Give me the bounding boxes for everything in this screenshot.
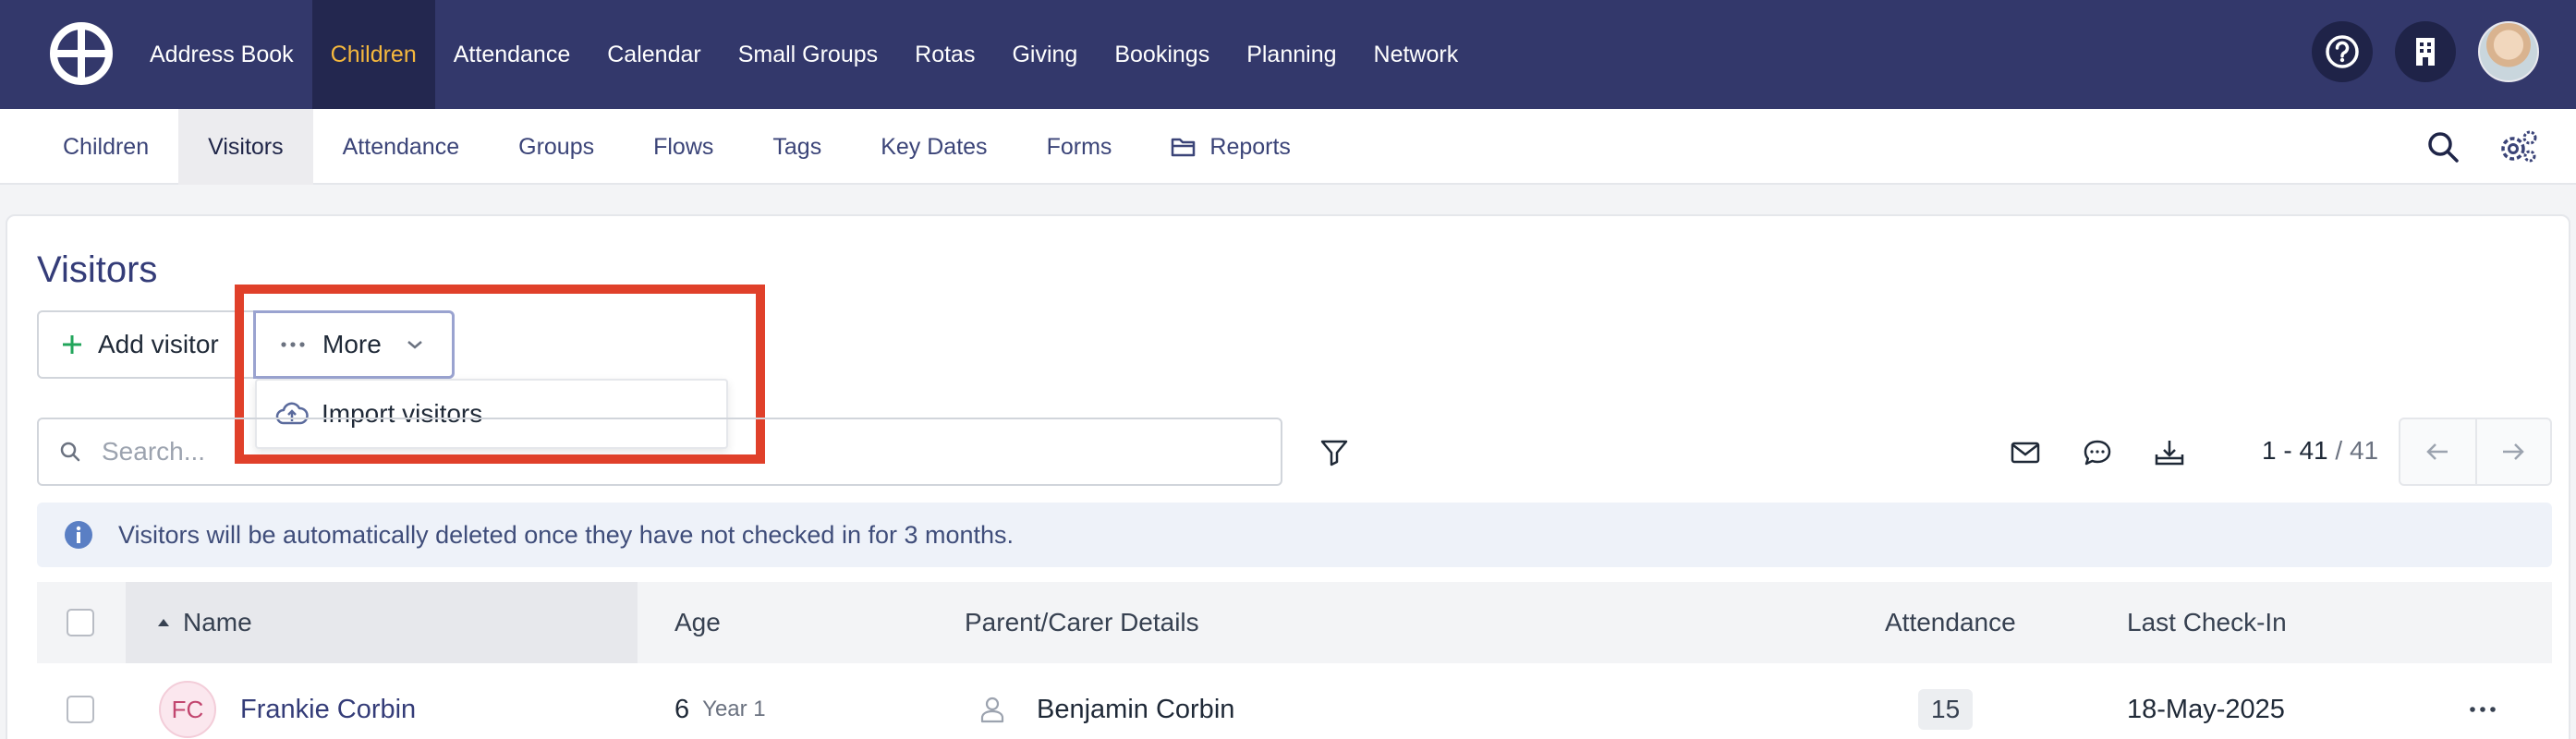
sub-right-actions	[2423, 127, 2539, 167]
search-box	[37, 418, 1282, 486]
add-visitor-label: Add visitor	[98, 330, 219, 358]
column-header-parent: Parent/Carer Details	[965, 608, 1199, 636]
attendance-cell: 15	[1918, 663, 1974, 739]
pagination-controls	[2399, 418, 2552, 486]
row-select-cell	[67, 663, 94, 739]
tab-tags[interactable]: Tags	[743, 109, 851, 185]
folder-icon	[1172, 138, 1196, 157]
tab-children[interactable]: Children	[33, 109, 178, 185]
settings-button[interactable]	[2498, 127, 2539, 167]
table-header: Name Age Parent/Carer Details Attendance…	[37, 582, 2552, 663]
arrow-left-icon	[2426, 443, 2448, 460]
top-nav-giving[interactable]: Giving	[993, 0, 1096, 109]
top-nav-bookings[interactable]: Bookings	[1096, 0, 1228, 109]
pagination-summary: 1 - 41 / 41	[2262, 436, 2378, 466]
download-tray-icon	[2155, 441, 2184, 466]
sub-navigation-bar: Children Visitors Attendance Groups Flow…	[0, 109, 2576, 185]
top-nav-children[interactable]: Children	[311, 0, 435, 109]
gear-icon	[2501, 130, 2537, 163]
tab-visitors[interactable]: Visitors	[178, 109, 313, 185]
tab-reports[interactable]: Reports	[1141, 109, 1320, 185]
pagination-range: 1 - 41	[2262, 436, 2328, 465]
chat-bubble-icon	[2084, 440, 2111, 466]
help-button[interactable]	[2312, 21, 2373, 82]
row-actions-button[interactable]	[2469, 663, 2497, 739]
search-icon	[2428, 132, 2459, 163]
tab-forms[interactable]: Forms	[1017, 109, 1142, 185]
parent-cell: Benjamin Corbin	[979, 663, 1234, 739]
message-button[interactable]	[2077, 432, 2118, 473]
name-cell: FC Frankie Corbin	[159, 663, 416, 739]
age-cell: 6 Year 1	[674, 663, 766, 739]
pagination-total: 41	[2349, 436, 2379, 465]
age-value: 6	[674, 694, 690, 724]
person-icon	[980, 697, 1004, 723]
add-visitor-button[interactable]: Add visitor	[37, 310, 255, 379]
table-row[interactable]: FC Frankie Corbin 6 Year 1 Benjamin Corb…	[37, 663, 2552, 739]
pagination-separator: /	[2327, 436, 2350, 465]
top-nav-attendance[interactable]: Attendance	[435, 0, 589, 109]
tab-attendance[interactable]: Attendance	[313, 109, 490, 185]
top-right-actions	[2312, 21, 2539, 82]
column-header-name-label: Name	[183, 608, 252, 636]
sort-ascending-icon	[158, 619, 169, 626]
top-nav-planning[interactable]: Planning	[1228, 0, 1355, 109]
attendance-count-badge: 15	[1918, 689, 1974, 730]
search-input[interactable]	[102, 437, 1210, 466]
select-all-cell	[67, 582, 94, 663]
building-icon	[2416, 38, 2435, 66]
page-title: Visitors	[37, 249, 158, 290]
filter-button[interactable]	[1314, 432, 1355, 473]
arrow-right-icon	[2503, 443, 2525, 460]
tab-key-dates[interactable]: Key Dates	[851, 109, 1016, 185]
top-nav-small-groups[interactable]: Small Groups	[720, 0, 896, 109]
tab-groups[interactable]: Groups	[489, 109, 624, 185]
top-navigation-bar: Address Book Children Attendance Calenda…	[0, 0, 2576, 109]
select-all-checkbox[interactable]	[67, 609, 94, 636]
info-banner: Visitors will be automatically deleted o…	[37, 503, 2552, 567]
email-button[interactable]	[2005, 432, 2046, 473]
top-nav-network[interactable]: Network	[1355, 0, 1477, 109]
app-logo-icon[interactable]	[48, 20, 115, 87]
column-header-name[interactable]: Name	[157, 582, 252, 663]
info-banner-text: Visitors will be automatically deleted o…	[118, 520, 1015, 549]
column-header-age[interactable]: Age	[674, 582, 721, 663]
plus-icon	[63, 335, 81, 354]
child-name-link[interactable]: Frankie Corbin	[240, 695, 416, 725]
search-icon	[60, 442, 80, 462]
previous-page-button[interactable]	[2400, 419, 2475, 484]
school-year: Year 1	[702, 697, 766, 721]
global-search-button[interactable]	[2423, 127, 2463, 167]
envelope-icon	[2011, 442, 2040, 464]
download-button[interactable]	[2149, 432, 2190, 473]
top-nav-calendar[interactable]: Calendar	[589, 0, 719, 109]
last-checkin-cell: 18-May-2025	[2127, 694, 2285, 724]
sub-nav-menu: Children Visitors Attendance Groups Flow…	[33, 109, 1320, 185]
visitors-card: Visitors Add visitor More Import visitor…	[6, 214, 2570, 739]
parent-name[interactable]: Benjamin Corbin	[1037, 695, 1234, 725]
organisation-button[interactable]	[2395, 21, 2456, 82]
ellipsis-icon	[2470, 707, 2496, 712]
column-header-attendance[interactable]: Attendance	[1885, 582, 2016, 663]
column-header-last-checkin[interactable]: Last Check-In	[2127, 582, 2287, 663]
tab-reports-label: Reports	[1209, 133, 1291, 160]
avatar: FC	[159, 681, 216, 738]
user-avatar[interactable]	[2478, 21, 2539, 82]
top-nav-menu: Address Book Children Attendance Calenda…	[131, 0, 1476, 109]
help-icon	[2326, 35, 2359, 68]
row-checkbox[interactable]	[67, 696, 94, 723]
filter-icon	[1320, 440, 1348, 466]
info-icon	[65, 521, 92, 549]
top-nav-address-book[interactable]: Address Book	[131, 0, 312, 109]
top-nav-rotas[interactable]: Rotas	[896, 0, 993, 109]
tab-flows[interactable]: Flows	[624, 109, 743, 185]
next-page-button[interactable]	[2474, 419, 2550, 484]
